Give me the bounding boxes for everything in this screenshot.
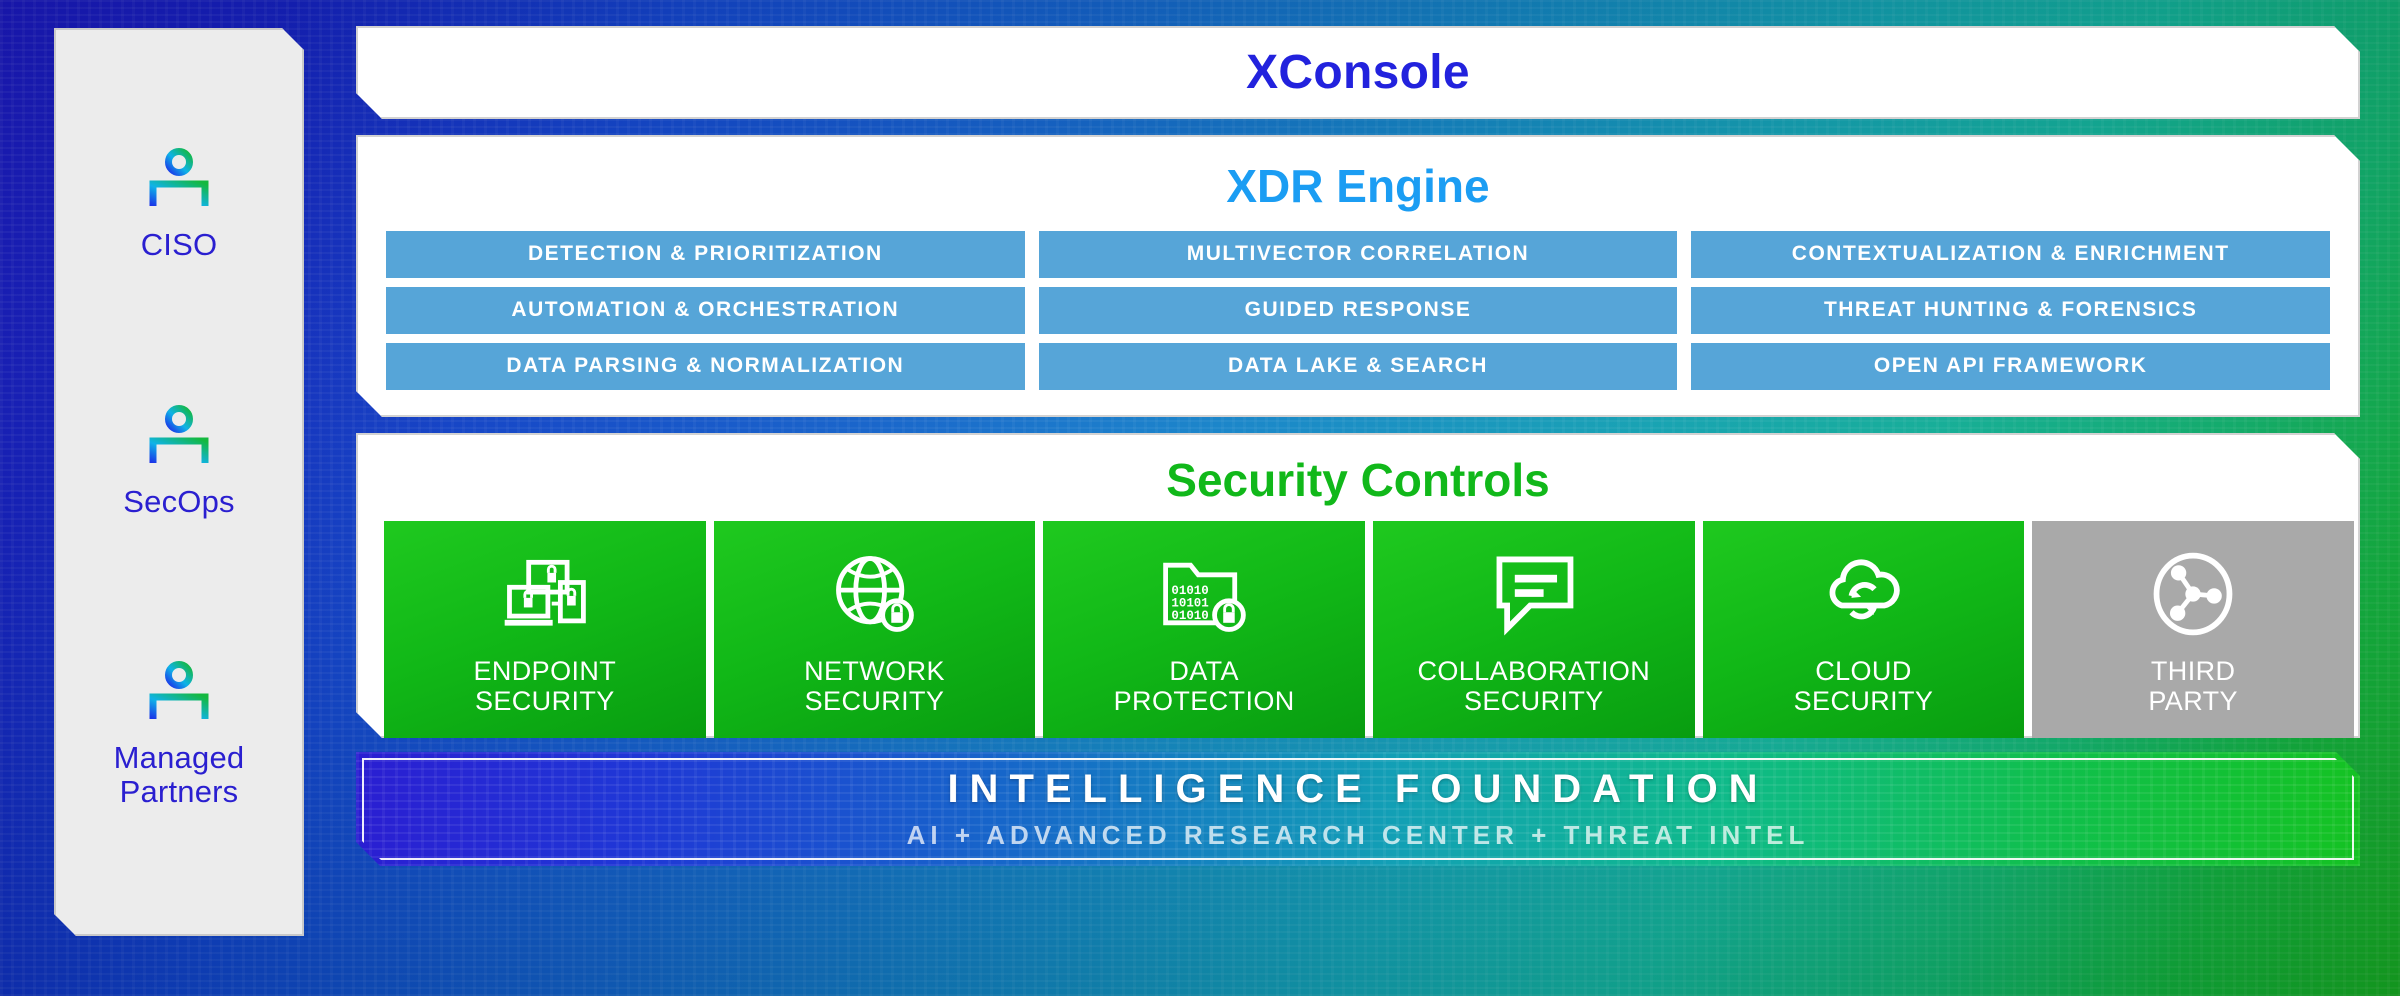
foundation-title: INTELLIGENCE FOUNDATION [947, 767, 1769, 811]
svg-text:01010: 01010 [1172, 609, 1209, 623]
globe-lock-icon [826, 546, 922, 642]
capability-cell[interactable]: CONTEXTUALIZATION & ENRICHMENT [1691, 231, 2330, 278]
foundation-subtitle: AI + ADVANCED RESEARCH CENTER + THREAT I… [906, 820, 1810, 850]
speech-bubble-icon [1486, 546, 1582, 642]
capability-cell[interactable]: THREAT HUNTING & FORENSICS [1691, 287, 2330, 334]
control-tile-data-protection[interactable]: 01010 10101 01010 DATA PROTECTION [1043, 521, 1365, 743]
persona-label: CISO [140, 226, 218, 262]
folder-binary-lock-icon: 01010 10101 01010 [1156, 546, 1252, 642]
capability-cell[interactable]: DATA PARSING & NORMALIZATION [386, 343, 1025, 390]
network-nodes-circle-icon [2145, 546, 2241, 642]
personas-sidebar: CISO SecOps Managed Partners [54, 28, 304, 936]
xconsole-panel[interactable]: XConsole [356, 26, 2360, 119]
person-icon [147, 148, 211, 210]
control-tile-label: CLOUD SECURITY [1793, 655, 1934, 716]
devices-lock-icon [497, 546, 593, 642]
control-tile-third-party[interactable]: THIRD PARTY [2032, 521, 2354, 743]
person-icon [147, 661, 211, 723]
control-tile-label: NETWORK SECURITY [804, 655, 945, 716]
person-icon [147, 405, 211, 467]
security-controls-title: Security Controls [1166, 454, 1550, 506]
capability-cell[interactable]: DATA LAKE & SEARCH [1039, 343, 1678, 390]
xdr-engine-title: XDR Engine [1226, 160, 1490, 212]
xdr-capability-grid: DETECTION & PRIORITIZATION MULTIVECTOR C… [382, 231, 2334, 390]
main-stack: XConsole XDR Engine DETECTION & PRIORITI… [356, 26, 2360, 968]
control-tile-label: ENDPOINT SECURITY [473, 655, 617, 716]
capability-cell[interactable]: GUIDED RESPONSE [1039, 287, 1678, 334]
capability-cell[interactable]: OPEN API FRAMEWORK [1691, 343, 2330, 390]
control-tile-label: COLLABORATION SECURITY [1417, 655, 1651, 716]
capability-cell[interactable]: AUTOMATION & ORCHESTRATION [386, 287, 1025, 334]
persona-ciso[interactable]: CISO [56, 148, 302, 261]
persona-secops[interactable]: SecOps [56, 405, 302, 518]
control-tile-cloud-security[interactable]: CLOUD SECURITY [1703, 521, 2025, 743]
xconsole-title: XConsole [1246, 46, 1470, 99]
control-tile-label: DATA PROTECTION [1113, 655, 1295, 716]
security-controls-panel: Security Controls ENDPOINT SECURITY NETW… [356, 433, 2360, 738]
persona-label: SecOps [123, 483, 235, 519]
capability-cell[interactable]: DETECTION & PRIORITIZATION [386, 231, 1025, 278]
control-tile-endpoint-security[interactable]: ENDPOINT SECURITY [384, 521, 706, 743]
control-tile-collaboration-security[interactable]: COLLABORATION SECURITY [1373, 521, 1695, 743]
intelligence-foundation-bar[interactable]: INTELLIGENCE FOUNDATION AI + ADVANCED RE… [356, 752, 2360, 866]
security-controls-grid: ENDPOINT SECURITY NETWORK SECURITY 01010… [384, 521, 2354, 743]
persona-label: Managed Partners [113, 740, 245, 809]
control-tile-label: THIRD PARTY [2148, 655, 2238, 716]
capability-cell[interactable]: MULTIVECTOR CORRELATION [1039, 231, 1678, 278]
xdr-engine-panel: XDR Engine DETECTION & PRIORITIZATION MU… [356, 135, 2360, 417]
cloud-sync-icon [1815, 546, 1911, 642]
persona-managed-partners[interactable]: Managed Partners [56, 661, 302, 808]
control-tile-network-security[interactable]: NETWORK SECURITY [714, 521, 1036, 743]
diagram-root: CISO SecOps Managed Partners XConsole XD… [0, 0, 2400, 996]
